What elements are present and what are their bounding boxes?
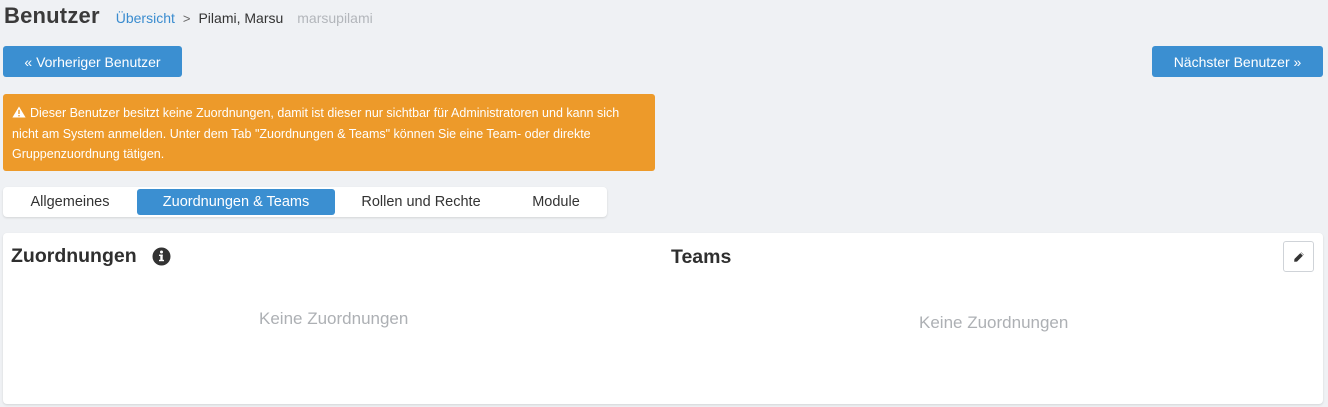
warning-icon bbox=[12, 106, 26, 118]
no-assignments-warning: Dieser Benutzer besitzt keine Zuordnunge… bbox=[3, 94, 655, 171]
breadcrumb-separator: > bbox=[182, 11, 191, 26]
page-header: Benutzer Übersicht > Pilami, Marsu marsu… bbox=[4, 3, 373, 33]
page-title: Benutzer bbox=[4, 3, 100, 28]
breadcrumb-username: marsupilami bbox=[297, 10, 373, 26]
pencil-icon bbox=[1293, 251, 1304, 262]
user-detail-page: Benutzer Übersicht > Pilami, Marsu marsu… bbox=[0, 0, 1328, 407]
next-user-button[interactable]: Nächster Benutzer » bbox=[1152, 46, 1323, 77]
breadcrumb-current-user: Pilami, Marsu bbox=[198, 10, 284, 26]
assignments-title: Zuordnungen bbox=[11, 245, 137, 267]
info-circle-icon[interactable] bbox=[152, 247, 171, 266]
assignments-empty-text: Keine Zuordnungen bbox=[259, 309, 409, 328]
assignments-teams-panel: Zuordnungen Keine Zuordnungen Teams Kein… bbox=[3, 233, 1323, 404]
teams-title: Teams bbox=[671, 246, 732, 268]
tab-general[interactable]: Allgemeines bbox=[9, 189, 131, 215]
tab-roles-rights[interactable]: Rollen und Rechte bbox=[345, 189, 497, 215]
tab-modules[interactable]: Module bbox=[507, 189, 605, 215]
edit-teams-button[interactable] bbox=[1283, 241, 1314, 272]
warning-text: Dieser Benutzer besitzt keine Zuordnunge… bbox=[12, 106, 620, 161]
tab-assignments-teams[interactable]: Zuordnungen & Teams bbox=[137, 189, 335, 215]
user-tabs: Allgemeines Zuordnungen & Teams Rollen u… bbox=[3, 187, 607, 217]
previous-user-button[interactable]: « Vorheriger Benutzer bbox=[3, 46, 182, 77]
teams-empty-text: Keine Zuordnungen bbox=[919, 313, 1069, 332]
breadcrumb-overview-link[interactable]: Übersicht bbox=[116, 10, 175, 26]
